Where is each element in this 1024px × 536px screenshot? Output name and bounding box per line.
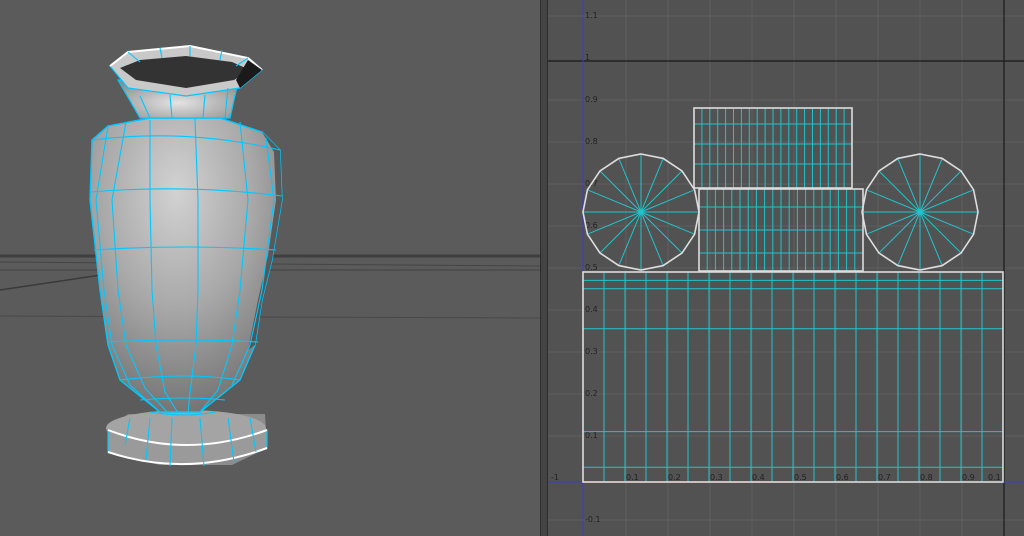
uv-shell-top-band-strip[interactable] (693, 107, 853, 189)
u-tick-label: 0.1 (988, 473, 1001, 482)
uv-grid (548, 0, 1024, 536)
uv-shell-body-strip[interactable] (582, 271, 1004, 483)
v-tick-label: 1.1 (585, 11, 598, 20)
v-tick-label: 0.4 (585, 305, 598, 314)
panel-divider[interactable] (540, 0, 548, 536)
viewport-canvas[interactable] (0, 0, 540, 536)
u-tick-label: 0.9 (962, 473, 975, 482)
v-tick-label: 0.9 (585, 95, 598, 104)
v-tick-label: -0.1 (585, 515, 601, 524)
u-tick-label: 0.6 (836, 473, 849, 482)
vase-mesh[interactable] (89, 44, 283, 467)
uv-editor[interactable]: 1.1 1 0.9 0.8 0.7 0.6 0.5 0.4 0.3 0.2 0.… (548, 0, 1024, 536)
v-tick-label: 0.8 (585, 137, 598, 146)
v-tick-label: 0.5 (585, 263, 598, 272)
v-tick-label: 0.3 (585, 347, 598, 356)
v-tick-label: 0.2 (585, 389, 598, 398)
u-tick-labels: -1 0.1 0.2 0.3 0.4 0.5 0.6 0.7 0.8 0.9 0… (551, 473, 1001, 482)
uv-canvas[interactable]: 1.1 1 0.9 0.8 0.7 0.6 0.5 0.4 0.3 0.2 0.… (548, 0, 1024, 536)
u-tick-label: 0.2 (668, 473, 681, 482)
u-tick-label: 0.3 (710, 473, 723, 482)
viewport-3d[interactable] (0, 0, 540, 536)
v-tick-label: 1 (585, 53, 590, 62)
v-tick-label: 0.1 (585, 431, 598, 440)
uv-shells[interactable] (582, 107, 1004, 483)
u-tick-label: 0.1 (626, 473, 639, 482)
uv-shell-lip-cap-circle[interactable] (582, 153, 700, 271)
uv-shell-base-cap-circle[interactable] (861, 153, 979, 271)
u-tick-label: 0.4 (752, 473, 765, 482)
u-tick-label: -1 (551, 473, 559, 482)
u-tick-label: 0.7 (878, 473, 891, 482)
u-tick-label: 0.5 (794, 473, 807, 482)
uv-shell-middle-band-strip[interactable] (698, 188, 864, 272)
u-tick-label: 0.8 (920, 473, 933, 482)
